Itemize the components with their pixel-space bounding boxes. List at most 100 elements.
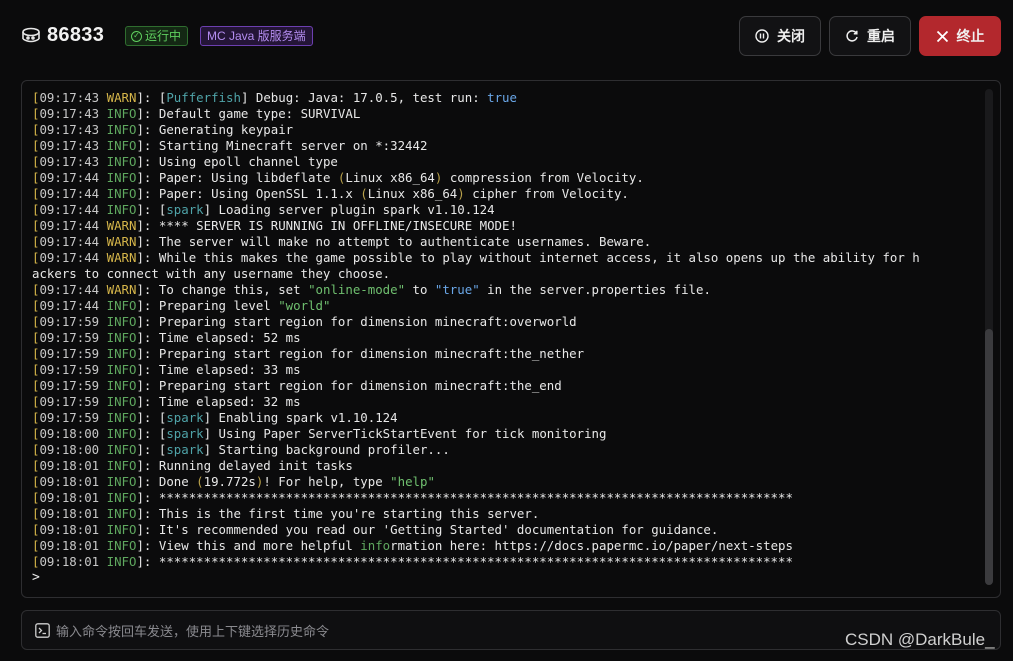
log-line: [09:17:43 INFO]: Default game type: SURV… [32,106,361,121]
log-time: 09:18:01 [39,474,100,489]
log-line: [09:17:44 INFO]: Preparing level "world" [32,298,331,313]
log-text: Using epoll channel type [158,154,338,169]
log-line: [09:18:01 INFO]: Done (19.772s)! For hel… [32,474,435,489]
log-time: 09:17:59 [39,378,100,393]
log-time: 09:18:00 [39,426,100,441]
log-level: INFO [106,378,137,393]
log-line: [09:17:43 INFO]: Generating keypair [32,122,294,137]
log-line: [09:18:01 INFO]: This is the first time … [32,506,540,521]
log-line: [09:17:59 INFO]: Preparing start region … [32,314,577,329]
log-time: 09:18:01 [39,458,100,473]
log-text: **** SERVER IS RUNNING IN OFFLINE/INSECU… [158,218,517,233]
log-text: Time elapsed: 52 ms [158,330,301,345]
log-text: Linux x86_64 [367,186,458,201]
log-level: INFO [106,138,137,153]
log-text: Preparing start region for dimension min… [158,346,585,361]
log-text: Time elapsed: 33 ms [158,362,301,377]
log-level: INFO [106,314,137,329]
log-time: 09:17:59 [39,314,100,329]
log-level: INFO [106,154,137,169]
log-line: [09:17:43 INFO]: Starting Minecraft serv… [32,138,428,153]
log-level: INFO [106,490,137,505]
header: 86833 ✓ 运行中 MC Java 版服务端 关闭 重启 终止 [0,0,1013,74]
log-time: 09:18:00 [39,442,100,457]
log-text: Running delayed init tasks [158,458,353,473]
log-level: INFO [106,506,137,521]
check-icon: ✓ [131,30,142,42]
log-line: [09:17:43 WARN]: [Pufferfish] Debug: Jav… [32,90,517,105]
log-time: 09:17:59 [39,346,100,361]
log-text: The server will make no attempt to authe… [158,234,652,249]
log-level: INFO [106,298,137,313]
log-line: [09:17:44 INFO]: [spark] Loading server … [32,202,495,217]
log-line: [09:17:59 INFO]: Preparing start region … [32,378,562,393]
log-level: WARN [106,250,137,265]
terminal-icon [35,623,50,638]
log-line: [09:17:44 WARN]: While this makes the ga… [32,250,920,265]
kill-button[interactable]: 终止 [919,16,1001,56]
log-text: ackers to connect with any username they… [32,266,391,281]
log-line: ackers to connect with any username they… [32,266,987,282]
log-line: [09:18:00 INFO]: [spark] Starting backgr… [32,442,450,457]
log-text: Preparing start region for dimension min… [158,314,577,329]
log-time: 09:17:44 [39,170,100,185]
server-id: 86833 [47,24,105,46]
refresh-icon [845,29,859,43]
log-time: 09:17:43 [39,122,100,137]
log-text: "true" [434,282,480,297]
log-time: 09:17:43 [39,154,100,169]
log-time: 09:17:43 [39,90,100,105]
log-time: 09:17:59 [39,394,100,409]
log-level: INFO [106,122,137,137]
close-x-icon [936,30,949,43]
log-text: Linux x86_64 [345,170,435,185]
log-time: 09:18:01 [39,522,100,537]
log-text: Paper: Using libdeflate [158,170,338,185]
log-text: Preparing level [158,298,279,313]
log-level: INFO [106,426,137,441]
log-text: Paper: Using OpenSSL 1.1.x [158,186,361,201]
log-text: compression from Velocity. [442,170,644,185]
console-scrollbar-thumb[interactable] [985,329,993,585]
log-text: ] Using Paper ServerTickStartEvent for t… [203,426,607,441]
log-level: INFO [106,362,137,377]
log-text: to [405,282,435,297]
log-text: "help" [390,474,435,489]
log-text: rmation here: https://docs.papermc.io/pa… [390,538,793,553]
log-time: 09:17:59 [39,410,100,425]
console-scrollbar[interactable] [985,89,993,585]
server-icon [21,27,41,45]
log-text: Starting Minecraft server on *:32442 [158,138,428,153]
log-level: INFO [106,346,137,361]
log-text: in the server.properties file. [479,282,711,297]
log-line: [09:18:01 INFO]: It's recommended you re… [32,522,719,537]
log-line: [09:18:01 INFO]: View this and more help… [32,538,793,553]
log-time: 09:18:01 [39,490,100,505]
log-line: [09:17:59 INFO]: Preparing start region … [32,346,585,361]
log-text: spark [166,410,204,425]
close-button-label: 关闭 [777,28,805,44]
log-text: "online-mode" [308,282,406,297]
log-time: 09:17:59 [39,362,100,377]
log-text: Done [158,474,197,489]
log-line: [09:17:44 WARN]: The server will make no… [32,234,652,249]
log-level: INFO [106,186,137,201]
log-text: ! For help, type [263,474,391,489]
log-time: 09:17:43 [39,106,100,121]
console-output[interactable]: [09:17:43 WARN]: [Pufferfish] Debug: Jav… [21,80,1001,598]
log-text: Generating keypair [158,122,294,137]
log-line: [09:18:01 INFO]: ***********************… [32,554,793,569]
command-input[interactable] [56,620,756,642]
log-level: WARN [106,218,137,233]
log-text: Preparing start region for dimension min… [158,378,562,393]
restart-button[interactable]: 重启 [829,16,911,56]
log-line: [09:17:43 INFO]: Using epoll channel typ… [32,154,338,169]
log-line: [09:18:00 INFO]: [spark] Using Paper Ser… [32,426,607,441]
log-time: 09:17:44 [39,186,100,201]
log-text: To change this, set [158,282,309,297]
log-text: This is the first time you're starting t… [158,506,540,521]
close-button[interactable]: 关闭 [739,16,821,56]
log-text: true [487,90,517,105]
log-text: Time elapsed: 32 ms [158,394,301,409]
watermark: CSDN @DarkBule_ [845,630,995,649]
